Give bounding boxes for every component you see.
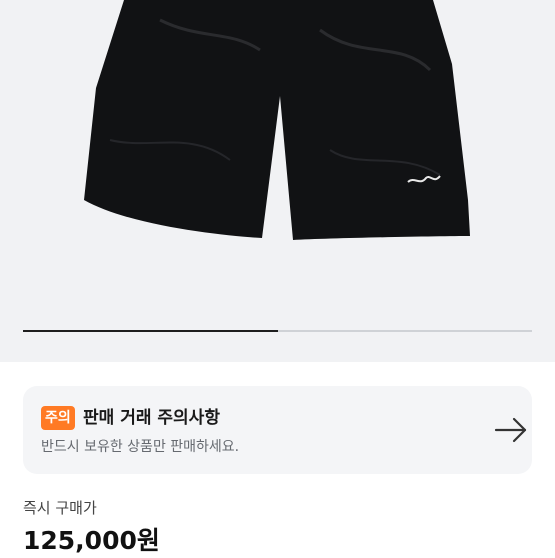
- sale-notice-card[interactable]: 주의 판매 거래 주의사항 반드시 보유한 상품만 판매하세요.: [23, 386, 532, 474]
- gallery-progress-fill: [23, 330, 278, 332]
- instant-buy-price-label: 즉시 구매가: [23, 499, 97, 517]
- product-image-area[interactable]: [0, 0, 555, 362]
- arrow-right-icon[interactable]: [493, 412, 529, 448]
- shorts-image: [84, 0, 470, 240]
- instant-buy-price: 125,000원: [23, 526, 160, 555]
- caution-badge: 주의: [41, 406, 75, 430]
- notice-title: 판매 거래 주의사항: [83, 408, 220, 428]
- notice-description: 반드시 보유한 상품만 판매하세요.: [41, 439, 240, 455]
- gallery-progress: [23, 330, 532, 332]
